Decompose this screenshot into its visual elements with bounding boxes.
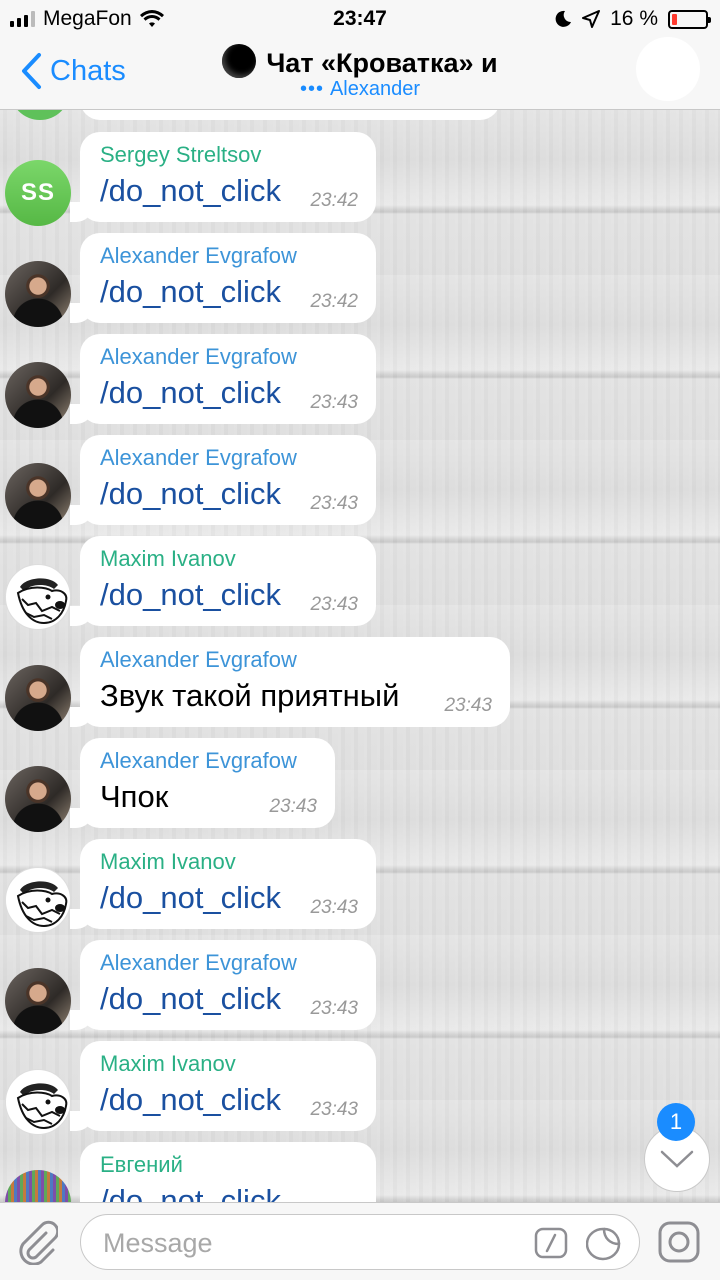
chevron-down-icon — [660, 1150, 694, 1168]
chat-avatar[interactable] — [636, 37, 700, 101]
back-button[interactable]: Chats — [20, 52, 126, 90]
message-bubble[interactable]: Maxim Ivanov/do_not_click 23:43 — [70, 536, 376, 626]
message-placeholder: Message — [103, 1228, 213, 1258]
message-time: 23:43 — [269, 796, 317, 817]
message-row: Alexander Evgrafow/do_not_click 23:42 — [0, 233, 720, 327]
message-sender[interactable]: Евгений — [100, 1150, 358, 1180]
message-bubble[interactable]: Maxim Ivanov/do_not_click 23:43 — [70, 1041, 376, 1131]
message-bubble[interactable]: Alexander Evgrafow Чпок 23:43 — [70, 738, 335, 828]
chat-subtitle: ••• Alexander — [150, 78, 570, 101]
sticker-icon[interactable] — [586, 1227, 622, 1261]
bot-command-icon[interactable] — [534, 1227, 568, 1259]
message-sender[interactable]: Maxim Ivanov — [100, 544, 358, 574]
message-time: 23:43 — [444, 695, 492, 716]
message-time: 23:43 — [310, 493, 358, 514]
status-bar: MegaFon 23:47 16 % — [0, 0, 720, 38]
message-sender[interactable]: Alexander Evgrafow — [100, 645, 492, 675]
message-row: Евгений/do_not_click — [0, 1142, 720, 1202]
message-sender[interactable]: Alexander Evgrafow — [100, 746, 317, 776]
message-bubble[interactable]: Alexander Evgrafow/do_not_click 23:43 — [70, 334, 376, 424]
message-time: 23:43 — [310, 594, 358, 615]
message-input[interactable]: Message — [80, 1214, 640, 1270]
battery-percent: 16 % — [610, 7, 658, 30]
chevron-left-icon — [22, 53, 41, 89]
message-row: Maxim Ivanov/do_not_click 23:43 — [0, 536, 720, 630]
paperclip-icon[interactable] — [16, 1219, 58, 1265]
message-bubble[interactable]: Sergey Streltsov/do_not_click 23:42 — [70, 132, 376, 222]
message-sender[interactable]: Maxim Ivanov — [100, 1049, 358, 1079]
message-row: Maxim Ivanov/do_not_click 23:43 — [0, 1041, 720, 1135]
nav-bar: Chats Чат «Кроватка» и ••• Alexander — [0, 37, 720, 110]
message-row: Alexander Evgrafow/do_not_click 23:43 — [0, 334, 720, 428]
message-time: 23:43 — [310, 998, 358, 1019]
message-row: Alexander Evgrafow Чпок 23:43 — [0, 738, 720, 832]
message-text: Звук такой приятный — [100, 678, 400, 713]
message-time: 23:43 — [310, 392, 358, 413]
message-sender[interactable]: Maxim Ivanov — [100, 847, 358, 877]
message-time: 23:42 — [310, 190, 358, 211]
message-bubble[interactable]: Maxim Ivanov/do_not_click 23:43 — [70, 839, 376, 929]
typing-dots-icon: ••• — [299, 78, 324, 100]
message-row: Maxim Ivanov/do_not_click 23:43 — [0, 839, 720, 933]
message-bubble[interactable]: Alexander Evgrafow/do_not_click 23:43 — [70, 435, 376, 525]
message-sender[interactable]: Alexander Evgrafow — [100, 342, 358, 372]
back-label: Chats — [50, 54, 126, 87]
battery-icon — [668, 9, 711, 29]
message-time: 23:43 — [310, 1099, 358, 1120]
message-row: Alexander Evgrafow Звук такой приятный 23:… — [0, 637, 720, 731]
chat-title[interactable]: Чат «Кроватка» и — [150, 44, 570, 79]
message-bubble[interactable]: Alexander Evgrafow/do_not_click 23:43 — [70, 940, 376, 1030]
moon-icon — [555, 10, 572, 27]
message-sender[interactable]: Sergey Streltsov — [100, 140, 358, 170]
message-time: 23:42 — [310, 291, 358, 312]
bot-command-link[interactable]: /do_not_click — [100, 1180, 358, 1202]
location-icon — [582, 10, 601, 28]
message-row: Alexander Evgrafow/do_not_click 23:43 — [0, 435, 720, 529]
input-bar: Message — [0, 1202, 720, 1280]
message-sender[interactable]: Alexander Evgrafow — [100, 241, 358, 271]
avatar[interactable] — [5, 1170, 71, 1202]
partial-message-top — [0, 110, 720, 122]
message-time: 23:43 — [310, 897, 358, 918]
chat-title-text: Чат «Кроватка» и — [266, 48, 498, 78]
typing-user: Alexander — [329, 78, 421, 100]
message-sender[interactable]: Alexander Evgrafow — [100, 948, 358, 978]
message-sender[interactable]: Alexander Evgrafow — [100, 443, 358, 473]
camera-icon[interactable] — [658, 1221, 700, 1263]
message-bubble[interactable]: Alexander Evgrafow/do_not_click 23:42 — [70, 233, 376, 323]
message-row: SS Sergey Streltsov/do_not_click 23:42 — [0, 132, 720, 226]
black-circle-icon — [222, 44, 257, 78]
message-bubble[interactable]: Евгений/do_not_click — [80, 1142, 376, 1202]
message-row: Alexander Evgrafow/do_not_click 23:43 — [0, 940, 720, 1034]
message-bubble[interactable]: Alexander Evgrafow Звук такой приятный 23:… — [70, 637, 510, 727]
unread-badge: 1 — [657, 1103, 695, 1141]
